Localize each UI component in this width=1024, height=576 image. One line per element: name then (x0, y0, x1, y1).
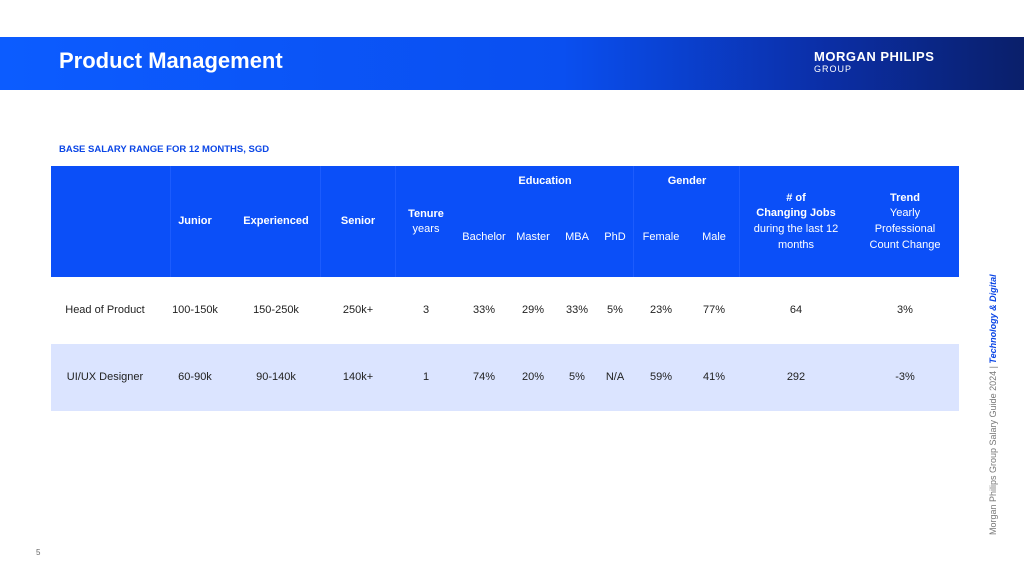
cell-master: 20% (521, 371, 545, 383)
header-changing-jobs-line3: during the last 12 (753, 223, 839, 235)
header-changing-jobs-line1: # of (786, 192, 806, 204)
cell-junior: 60-90k (178, 371, 212, 383)
header-divider (739, 166, 740, 277)
cell-experienced: 90-140k (256, 371, 296, 383)
cell-senior: 140k+ (342, 371, 374, 383)
cell-junior: 100-150k (172, 304, 218, 316)
title-banner: Product Management MORGAN PHILIPS GROUP (0, 37, 1024, 90)
header-changing-jobs-line2: Changing Jobs (756, 207, 836, 219)
header-divider (633, 166, 634, 277)
cell-female: 59% (649, 371, 673, 383)
cell-male: 41% (702, 371, 726, 383)
cell-experienced: 150-250k (253, 304, 299, 316)
header-tenure-unit: years (412, 223, 440, 235)
side-caption-text: Morgan Philips Group Salary Guide 2024 | (988, 363, 998, 535)
header-gender: Gender (667, 175, 707, 187)
header-senior: Senior (340, 215, 376, 227)
cell-role: Head of Product (65, 304, 145, 316)
page-title: Product Management (59, 48, 283, 73)
cell-bachelor: 74% (472, 371, 496, 383)
header-experienced: Experienced (243, 215, 309, 227)
header-master: Master (516, 231, 550, 243)
table-subtitle: BASE SALARY RANGE FOR 12 MONTHS, SGD (59, 144, 270, 155)
cell-phd: N/A (605, 371, 625, 383)
header-tenure: Tenure (408, 208, 444, 220)
side-caption: Morgan Philips Group Salary Guide 2024 |… (988, 274, 998, 535)
cell-phd: 5% (607, 304, 623, 316)
header-trend-line3: Professional (874, 223, 936, 235)
header-education: Education (518, 175, 572, 187)
table-row: Head of Product 100-150k 150-250k 250k+ … (51, 277, 959, 344)
header-bachelor: Bachelor (462, 231, 506, 243)
logo-main-text: MORGAN PHILIPS (814, 49, 935, 64)
header-junior: Junior (178, 215, 212, 227)
header-divider (395, 166, 396, 277)
header-changing-jobs-line4: months (777, 239, 815, 251)
company-logo: MORGAN PHILIPS GROUP (814, 50, 934, 75)
cell-trend: -3% (895, 371, 915, 383)
header-female: Female (642, 231, 680, 243)
table-header: Junior Experienced Senior Tenure years E… (51, 166, 959, 277)
cell-mba: 33% (565, 304, 589, 316)
header-trend-line2: Yearly (889, 207, 921, 219)
salary-table: Junior Experienced Senior Tenure years E… (51, 166, 959, 411)
cell-female: 23% (649, 304, 673, 316)
cell-changing-jobs: 292 (786, 371, 806, 383)
header-phd: PhD (604, 231, 626, 243)
cell-master: 29% (521, 304, 545, 316)
header-trend-line1: Trend (890, 192, 920, 204)
cell-male: 77% (702, 304, 726, 316)
cell-bachelor: 33% (472, 304, 496, 316)
logo-sub-text: GROUP (814, 64, 853, 74)
cell-role: UI/UX Designer (66, 371, 144, 383)
cell-tenure: 1 (422, 371, 430, 383)
cell-changing-jobs: 64 (789, 304, 803, 316)
header-male: Male (702, 231, 726, 243)
header-trend-line4: Count Change (869, 239, 941, 251)
cell-senior: 250k+ (342, 304, 374, 316)
page-number: 5 (36, 548, 41, 557)
side-caption-highlight: Technology & Digital (988, 274, 998, 364)
cell-mba: 5% (569, 371, 585, 383)
cell-tenure: 3 (422, 304, 430, 316)
cell-trend: 3% (897, 304, 913, 316)
header-mba: MBA (565, 231, 589, 243)
table-row: UI/UX Designer 60-90k 90-140k 140k+ 1 74… (51, 344, 959, 411)
